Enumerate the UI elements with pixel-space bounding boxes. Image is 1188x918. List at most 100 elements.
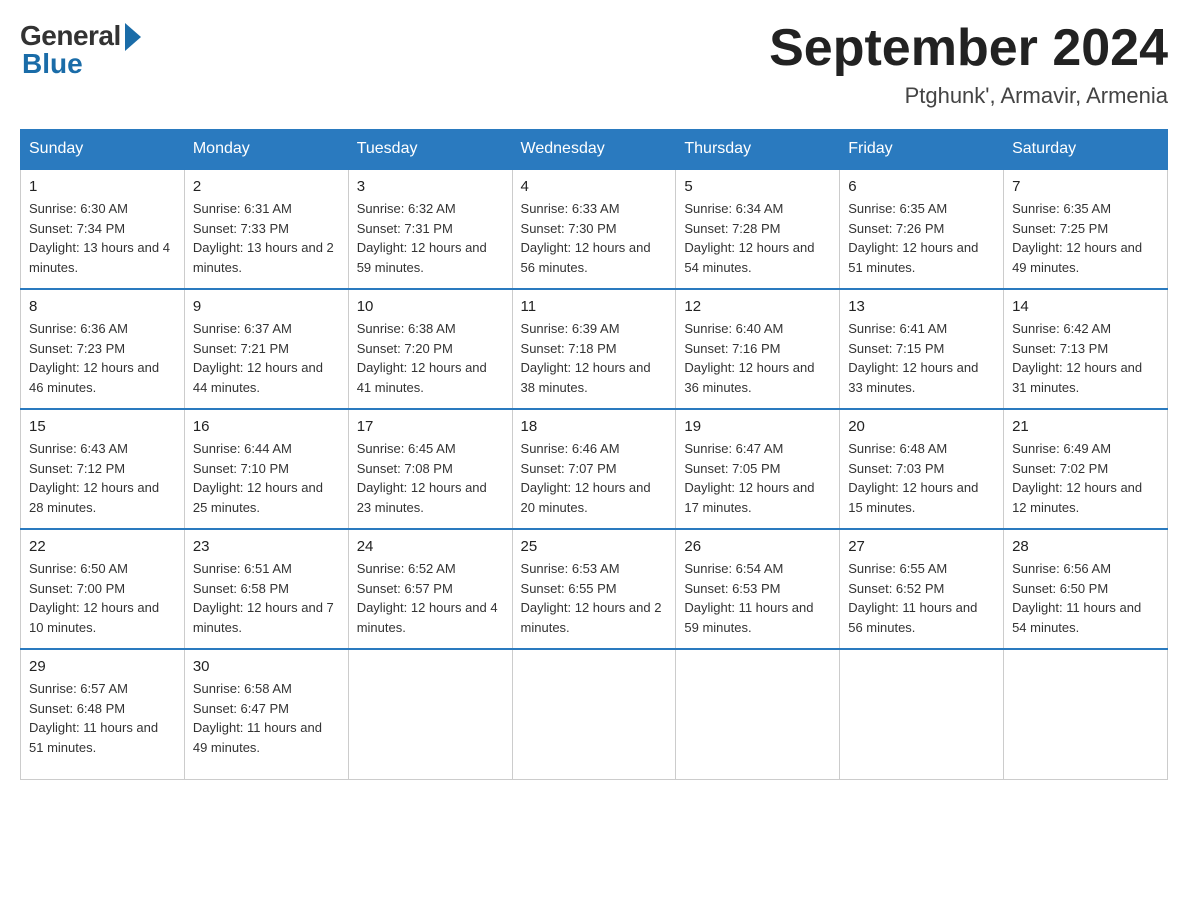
calendar-day-cell bbox=[348, 649, 512, 779]
day-number: 6 bbox=[848, 178, 995, 195]
day-info: Sunrise: 6:34 AM Sunset: 7:28 PM Dayligh… bbox=[684, 199, 831, 277]
day-info: Sunrise: 6:38 AM Sunset: 7:20 PM Dayligh… bbox=[357, 319, 504, 397]
day-info: Sunrise: 6:54 AM Sunset: 6:53 PM Dayligh… bbox=[684, 559, 831, 637]
calendar-day-cell: 15 Sunrise: 6:43 AM Sunset: 7:12 PM Dayl… bbox=[21, 409, 185, 529]
day-number: 27 bbox=[848, 538, 995, 555]
calendar-day-cell: 12 Sunrise: 6:40 AM Sunset: 7:16 PM Dayl… bbox=[676, 289, 840, 409]
calendar-week-row: 22 Sunrise: 6:50 AM Sunset: 7:00 PM Dayl… bbox=[21, 529, 1168, 649]
day-info: Sunrise: 6:53 AM Sunset: 6:55 PM Dayligh… bbox=[521, 559, 668, 637]
day-number: 25 bbox=[521, 538, 668, 555]
calendar-header-monday: Monday bbox=[184, 130, 348, 170]
calendar-day-cell: 10 Sunrise: 6:38 AM Sunset: 7:20 PM Dayl… bbox=[348, 289, 512, 409]
day-number: 10 bbox=[357, 298, 504, 315]
calendar-day-cell bbox=[676, 649, 840, 779]
calendar-day-cell: 2 Sunrise: 6:31 AM Sunset: 7:33 PM Dayli… bbox=[184, 169, 348, 289]
calendar-day-cell bbox=[840, 649, 1004, 779]
calendar-week-row: 15 Sunrise: 6:43 AM Sunset: 7:12 PM Dayl… bbox=[21, 409, 1168, 529]
day-number: 7 bbox=[1012, 178, 1159, 195]
calendar-table: SundayMondayTuesdayWednesdayThursdayFrid… bbox=[20, 129, 1168, 780]
day-info: Sunrise: 6:31 AM Sunset: 7:33 PM Dayligh… bbox=[193, 199, 340, 277]
day-number: 4 bbox=[521, 178, 668, 195]
day-info: Sunrise: 6:44 AM Sunset: 7:10 PM Dayligh… bbox=[193, 439, 340, 517]
calendar-day-cell: 22 Sunrise: 6:50 AM Sunset: 7:00 PM Dayl… bbox=[21, 529, 185, 649]
calendar-day-cell: 21 Sunrise: 6:49 AM Sunset: 7:02 PM Dayl… bbox=[1004, 409, 1168, 529]
calendar-day-cell: 16 Sunrise: 6:44 AM Sunset: 7:10 PM Dayl… bbox=[184, 409, 348, 529]
logo: General Blue bbox=[20, 20, 141, 80]
day-info: Sunrise: 6:36 AM Sunset: 7:23 PM Dayligh… bbox=[29, 319, 176, 397]
calendar-week-row: 1 Sunrise: 6:30 AM Sunset: 7:34 PM Dayli… bbox=[21, 169, 1168, 289]
calendar-day-cell: 19 Sunrise: 6:47 AM Sunset: 7:05 PM Dayl… bbox=[676, 409, 840, 529]
day-info: Sunrise: 6:48 AM Sunset: 7:03 PM Dayligh… bbox=[848, 439, 995, 517]
day-info: Sunrise: 6:30 AM Sunset: 7:34 PM Dayligh… bbox=[29, 199, 176, 277]
day-info: Sunrise: 6:51 AM Sunset: 6:58 PM Dayligh… bbox=[193, 559, 340, 637]
day-number: 11 bbox=[521, 298, 668, 315]
day-info: Sunrise: 6:35 AM Sunset: 7:25 PM Dayligh… bbox=[1012, 199, 1159, 277]
logo-blue-text: Blue bbox=[20, 48, 83, 80]
day-number: 13 bbox=[848, 298, 995, 315]
calendar-day-cell: 11 Sunrise: 6:39 AM Sunset: 7:18 PM Dayl… bbox=[512, 289, 676, 409]
day-info: Sunrise: 6:37 AM Sunset: 7:21 PM Dayligh… bbox=[193, 319, 340, 397]
day-info: Sunrise: 6:41 AM Sunset: 7:15 PM Dayligh… bbox=[848, 319, 995, 397]
day-number: 29 bbox=[29, 658, 176, 675]
calendar-header-wednesday: Wednesday bbox=[512, 130, 676, 170]
day-number: 28 bbox=[1012, 538, 1159, 555]
calendar-day-cell: 24 Sunrise: 6:52 AM Sunset: 6:57 PM Dayl… bbox=[348, 529, 512, 649]
day-info: Sunrise: 6:40 AM Sunset: 7:16 PM Dayligh… bbox=[684, 319, 831, 397]
day-number: 17 bbox=[357, 418, 504, 435]
title-section: September 2024 Ptghunk', Armavir, Armeni… bbox=[769, 20, 1168, 109]
calendar-day-cell: 3 Sunrise: 6:32 AM Sunset: 7:31 PM Dayli… bbox=[348, 169, 512, 289]
day-info: Sunrise: 6:56 AM Sunset: 6:50 PM Dayligh… bbox=[1012, 559, 1159, 637]
day-number: 14 bbox=[1012, 298, 1159, 315]
calendar-week-row: 29 Sunrise: 6:57 AM Sunset: 6:48 PM Dayl… bbox=[21, 649, 1168, 779]
calendar-day-cell: 4 Sunrise: 6:33 AM Sunset: 7:30 PM Dayli… bbox=[512, 169, 676, 289]
calendar-header-tuesday: Tuesday bbox=[348, 130, 512, 170]
calendar-day-cell: 28 Sunrise: 6:56 AM Sunset: 6:50 PM Dayl… bbox=[1004, 529, 1168, 649]
day-number: 26 bbox=[684, 538, 831, 555]
calendar-subtitle: Ptghunk', Armavir, Armenia bbox=[769, 83, 1168, 109]
calendar-day-cell: 17 Sunrise: 6:45 AM Sunset: 7:08 PM Dayl… bbox=[348, 409, 512, 529]
day-number: 2 bbox=[193, 178, 340, 195]
calendar-day-cell: 7 Sunrise: 6:35 AM Sunset: 7:25 PM Dayli… bbox=[1004, 169, 1168, 289]
calendar-header-saturday: Saturday bbox=[1004, 130, 1168, 170]
day-info: Sunrise: 6:55 AM Sunset: 6:52 PM Dayligh… bbox=[848, 559, 995, 637]
calendar-day-cell: 5 Sunrise: 6:34 AM Sunset: 7:28 PM Dayli… bbox=[676, 169, 840, 289]
day-number: 23 bbox=[193, 538, 340, 555]
calendar-day-cell: 1 Sunrise: 6:30 AM Sunset: 7:34 PM Dayli… bbox=[21, 169, 185, 289]
calendar-day-cell: 20 Sunrise: 6:48 AM Sunset: 7:03 PM Dayl… bbox=[840, 409, 1004, 529]
calendar-day-cell: 29 Sunrise: 6:57 AM Sunset: 6:48 PM Dayl… bbox=[21, 649, 185, 779]
day-number: 8 bbox=[29, 298, 176, 315]
day-info: Sunrise: 6:50 AM Sunset: 7:00 PM Dayligh… bbox=[29, 559, 176, 637]
day-number: 1 bbox=[29, 178, 176, 195]
day-info: Sunrise: 6:33 AM Sunset: 7:30 PM Dayligh… bbox=[521, 199, 668, 277]
day-info: Sunrise: 6:45 AM Sunset: 7:08 PM Dayligh… bbox=[357, 439, 504, 517]
day-number: 24 bbox=[357, 538, 504, 555]
day-info: Sunrise: 6:42 AM Sunset: 7:13 PM Dayligh… bbox=[1012, 319, 1159, 397]
day-number: 15 bbox=[29, 418, 176, 435]
day-info: Sunrise: 6:58 AM Sunset: 6:47 PM Dayligh… bbox=[193, 679, 340, 757]
calendar-title: September 2024 bbox=[769, 20, 1168, 77]
calendar-header-friday: Friday bbox=[840, 130, 1004, 170]
day-number: 20 bbox=[848, 418, 995, 435]
day-info: Sunrise: 6:32 AM Sunset: 7:31 PM Dayligh… bbox=[357, 199, 504, 277]
day-number: 19 bbox=[684, 418, 831, 435]
calendar-header-sunday: Sunday bbox=[21, 130, 185, 170]
logo-arrow-icon bbox=[125, 23, 141, 51]
day-number: 9 bbox=[193, 298, 340, 315]
calendar-day-cell: 27 Sunrise: 6:55 AM Sunset: 6:52 PM Dayl… bbox=[840, 529, 1004, 649]
day-number: 21 bbox=[1012, 418, 1159, 435]
calendar-day-cell: 25 Sunrise: 6:53 AM Sunset: 6:55 PM Dayl… bbox=[512, 529, 676, 649]
calendar-day-cell bbox=[1004, 649, 1168, 779]
calendar-day-cell: 23 Sunrise: 6:51 AM Sunset: 6:58 PM Dayl… bbox=[184, 529, 348, 649]
day-number: 18 bbox=[521, 418, 668, 435]
calendar-day-cell: 30 Sunrise: 6:58 AM Sunset: 6:47 PM Dayl… bbox=[184, 649, 348, 779]
day-number: 3 bbox=[357, 178, 504, 195]
day-info: Sunrise: 6:39 AM Sunset: 7:18 PM Dayligh… bbox=[521, 319, 668, 397]
day-info: Sunrise: 6:52 AM Sunset: 6:57 PM Dayligh… bbox=[357, 559, 504, 637]
day-number: 22 bbox=[29, 538, 176, 555]
calendar-header-thursday: Thursday bbox=[676, 130, 840, 170]
calendar-day-cell: 14 Sunrise: 6:42 AM Sunset: 7:13 PM Dayl… bbox=[1004, 289, 1168, 409]
day-number: 16 bbox=[193, 418, 340, 435]
calendar-day-cell: 18 Sunrise: 6:46 AM Sunset: 7:07 PM Dayl… bbox=[512, 409, 676, 529]
day-info: Sunrise: 6:46 AM Sunset: 7:07 PM Dayligh… bbox=[521, 439, 668, 517]
day-number: 5 bbox=[684, 178, 831, 195]
